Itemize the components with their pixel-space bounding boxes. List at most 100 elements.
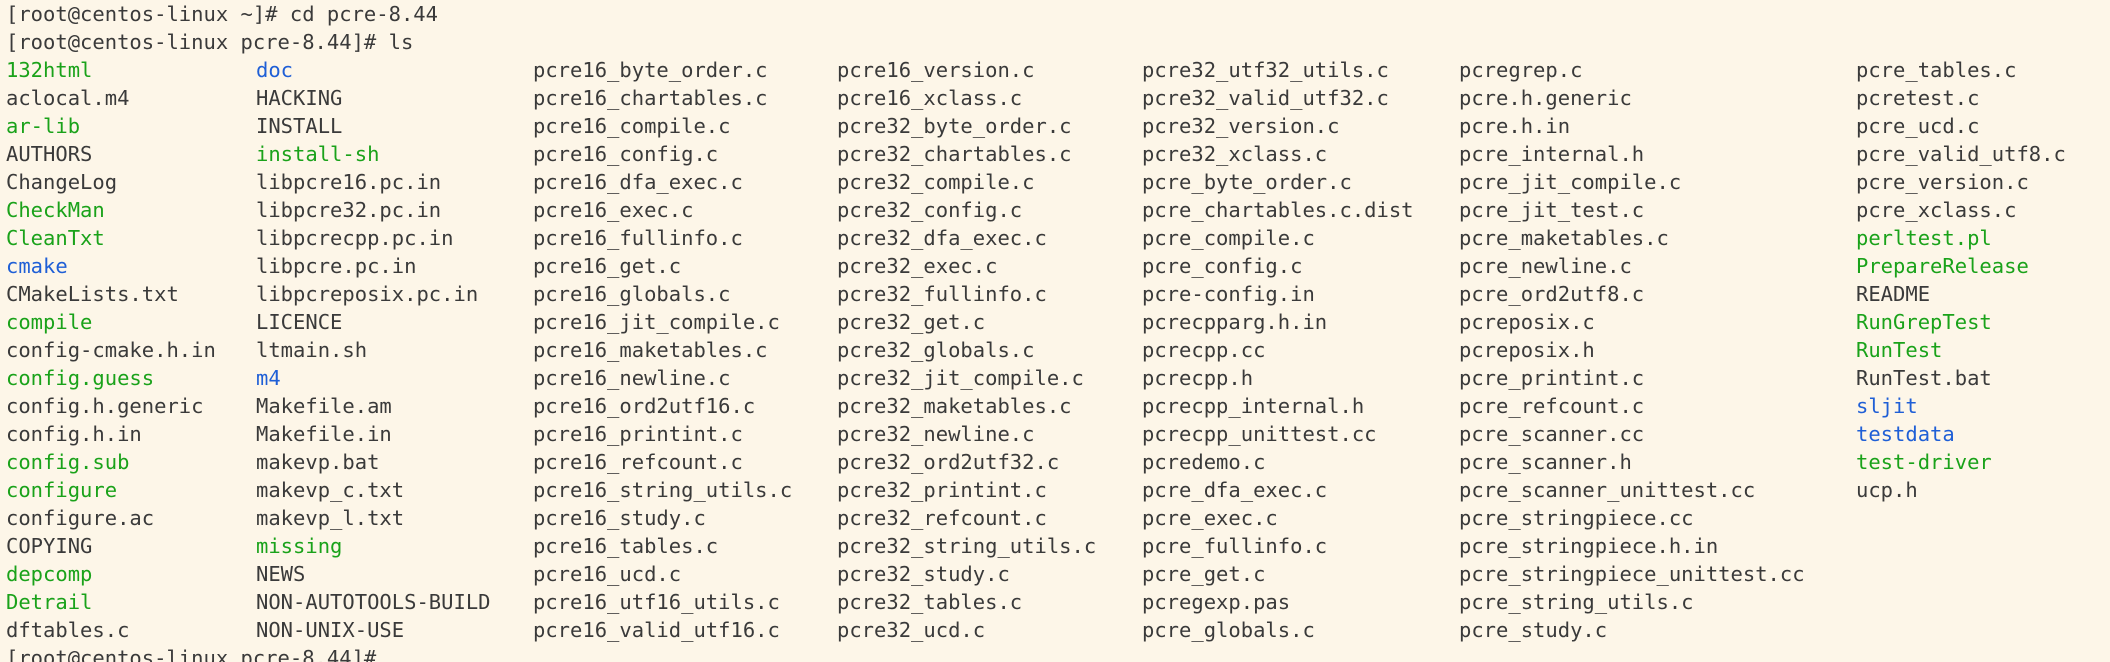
file-entry: pcre16_string_utils.c [533,478,793,502]
ls-column-1: 132html aclocal.m4 ar-lib AUTHORS ChangeLog C… [6,56,216,644]
file-entry: pcre32_chartables.c [837,142,1072,166]
file-entry: pcre16_maketables.c [533,338,768,362]
file-entry: libpcre.pc.in [256,254,417,278]
file-entry: pcrecpp_internal.h [1142,394,1365,418]
executable-entry: configure [6,478,118,502]
file-entry: pcre32_maketables.c [837,394,1072,418]
file-entry: pcre16_ucd.c [533,562,682,586]
file-entry: configure.ac [6,506,155,530]
file-entry: pcre_tables.c [1856,58,2017,82]
ls-column-4: pcre16_version.c pcre16_xclass.c pcre32_by… [837,56,1096,644]
file-entry: pcre_fullinfo.c [1142,534,1328,558]
file-entry: pcre_jit_test.c [1459,198,1645,222]
file-entry: pcre16_xclass.c [837,86,1023,110]
file-entry: pcre.h.in [1459,114,1571,138]
file-entry: COPYING [6,534,93,558]
executable-entry: config.guess [6,366,155,390]
file-entry: aclocal.m4 [6,86,130,110]
file-entry: pcre_string_utils.c [1459,590,1694,614]
file-entry: pcre16_compile.c [533,114,731,138]
file-entry: pcre16_get.c [533,254,682,278]
ls-column-5: pcre32_utf32_utils.c pcre32_valid_utf32.c… [1142,56,1414,644]
file-entry: NEWS [256,562,306,586]
executable-entry: config.sub [6,450,130,474]
file-entry: RunTest.bat [1856,366,1992,390]
file-entry: pcre16_study.c [533,506,706,530]
file-entry: pcre16_refcount.c [533,450,743,474]
executable-entry: compile [6,310,93,334]
file-entry: Makefile.in [256,422,392,446]
file-entry: pcre16_globals.c [533,282,731,306]
file-entry: pcre_chartables.c.dist [1142,198,1414,222]
file-entry: pcre_internal.h [1459,142,1645,166]
file-entry: pcre16_dfa_exec.c [533,170,743,194]
file-entry: Makefile.am [256,394,392,418]
file-entry: pcrecpp_unittest.cc [1142,422,1377,446]
file-entry: pcre32_utf32_utils.c [1142,58,1389,82]
executable-entry: depcomp [6,562,93,586]
file-entry: pcre_stringpiece.h.in [1459,534,1719,558]
executable-entry: install-sh [256,142,380,166]
file-entry: dftables.c [6,618,130,642]
executable-entry: test-driver [1856,450,1992,474]
file-entry: pcre32_ucd.c [837,618,986,642]
file-entry: pcrecpp.cc [1142,338,1266,362]
file-entry: pcre16_valid_utf16.c [533,618,780,642]
executable-entry: RunGrepTest [1856,310,1992,334]
file-entry: ltmain.sh [256,338,368,362]
shell-prompt[interactable]: [root@centos-linux pcre-8.44]# [6,644,376,662]
file-entry: pcre_config.c [1142,254,1303,278]
terminal-window[interactable]: [root@centos-linux ~]# cd pcre-8.44 [roo… [0,0,2110,662]
file-entry: pcre16_fullinfo.c [533,226,743,250]
file-entry: AUTHORS [6,142,93,166]
directory-entry: testdata [1856,422,1955,446]
file-entry: pcre_scanner_unittest.cc [1459,478,1756,502]
file-entry: pcre32_newline.c [837,422,1035,446]
file-entry: CMakeLists.txt [6,282,179,306]
file-entry: ChangeLog [6,170,118,194]
file-entry: pcre_byte_order.c [1142,170,1352,194]
file-entry: pcre16_newline.c [533,366,731,390]
file-entry: pcre_stringpiece.cc [1459,506,1694,530]
command-line-cd: [root@centos-linux ~]# cd pcre-8.44 [6,2,438,26]
file-entry: pcre32_ord2utf32.c [837,450,1060,474]
directory-entry: doc [256,58,294,82]
file-entry: pcreposix.c [1459,310,1595,334]
directory-entry: m4 [256,366,281,390]
file-entry: pcre_dfa_exec.c [1142,478,1328,502]
file-entry: NON-UNIX-USE [256,618,405,642]
ls-column-2: doc HACKING INSTALL install-sh libpcre16.pc.… [256,56,491,644]
executable-entry: CheckMan [6,198,105,222]
file-entry: pcre_compile.c [1142,226,1315,250]
file-entry: config.h.generic [6,394,204,418]
ls-column-7: pcre_tables.c pcretest.c pcre_ucd.c pcre_va… [1856,56,2066,504]
file-entry: pcre32_config.c [837,198,1023,222]
file-entry: pcre32_fullinfo.c [837,282,1047,306]
file-entry: pcre16_printint.c [533,422,743,446]
file-entry: libpcre32.pc.in [256,198,442,222]
file-entry: pcre32_xclass.c [1142,142,1328,166]
file-entry: pcre_xclass.c [1856,198,2017,222]
file-entry: pcre32_get.c [837,310,986,334]
ls-column-6: pcregrep.c pcre.h.generic pcre.h.in pcre_in… [1459,56,1805,644]
file-entry: pcre32_dfa_exec.c [837,226,1047,250]
file-entry: pcre_valid_utf8.c [1856,142,2066,166]
file-entry: README [1856,282,1931,306]
file-entry: pcre16_chartables.c [533,86,768,110]
file-entry: pcre16_byte_order.c [533,58,768,82]
file-entry: pcre32_valid_utf32.c [1142,86,1389,110]
file-entry: pcre_maketables.c [1459,226,1669,250]
file-entry: pcre32_exec.c [837,254,998,278]
file-entry: makevp_l.txt [256,506,405,530]
file-entry: pcre16_config.c [533,142,719,166]
file-entry: pcre_stringpiece_unittest.cc [1459,562,1805,586]
file-entry: pcre16_tables.c [533,534,719,558]
file-entry: ucp.h [1856,478,1918,502]
file-entry: pcre_version.c [1856,170,2029,194]
file-entry: pcre32_refcount.c [837,506,1047,530]
executable-entry: 132html [6,58,93,82]
file-entry: pcre_scanner.cc [1459,422,1645,446]
file-entry: makevp_c.txt [256,478,405,502]
file-entry: pcre16_ord2utf16.c [533,394,756,418]
executable-entry: RunTest [1856,338,1943,362]
